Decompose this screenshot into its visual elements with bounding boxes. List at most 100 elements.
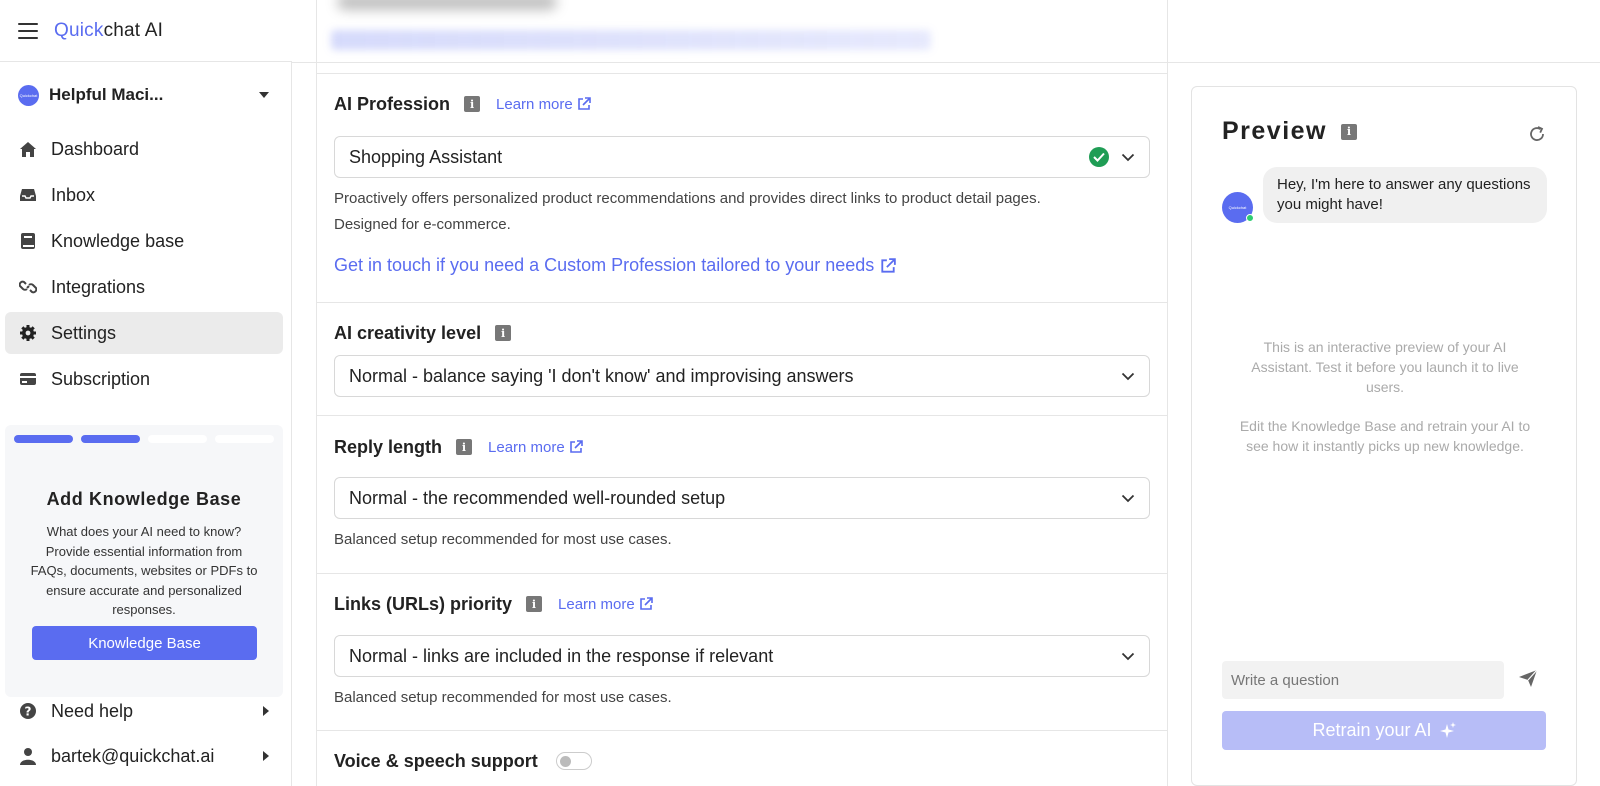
external-link-icon xyxy=(639,597,653,610)
sidebar-item-label: Knowledge base xyxy=(51,230,185,251)
retrain-button[interactable]: Retrain your AI xyxy=(1222,711,1546,750)
sidebar-item-subscription[interactable]: Subscription xyxy=(5,358,283,400)
reply-length-section: Reply length i Learn more Normal - the r… xyxy=(317,415,1167,573)
chat-bubble: Hey, I'm here to answer any questions yo… xyxy=(1263,167,1547,223)
sidebar-item-integrations[interactable]: Integrations xyxy=(5,266,283,308)
chat-message: Quickchat Hey, I'm here to answer any qu… xyxy=(1222,167,1547,223)
app-logo[interactable]: Quickchat AI xyxy=(54,20,163,42)
send-icon[interactable] xyxy=(1518,669,1538,693)
reply-length-value: Normal - the recommended well-rounded se… xyxy=(349,487,726,508)
profession-section: AI Profession i Learn more Shopping Assi… xyxy=(317,73,1167,302)
chevron-down-icon xyxy=(1121,494,1135,502)
preview-hint: Edit the Knowledge Base and retrain your… xyxy=(1239,418,1531,454)
preview-hint: This is an interactive preview of your A… xyxy=(1251,339,1519,395)
top-bar: Quickchat AI xyxy=(0,0,292,62)
scrolled-content-blur xyxy=(331,30,931,50)
chevron-right-icon xyxy=(263,706,269,716)
scrolled-content-blur xyxy=(337,0,557,10)
onboarding-description: What does your AI need to know? Provide … xyxy=(30,524,258,617)
onboarding-card: Add Knowledge Base What does your AI nee… xyxy=(5,425,283,697)
sidebar-item-label: Inbox xyxy=(51,184,96,205)
hamburger-menu-icon[interactable] xyxy=(18,22,38,39)
links-priority-section: Links (URLs) priority i Learn more Norma… xyxy=(317,573,1167,730)
sidebar-item-settings[interactable]: Settings xyxy=(5,312,283,354)
online-status-dot xyxy=(1246,214,1254,222)
chevron-down-icon xyxy=(1121,652,1135,660)
sidebar: Quickchat Helpful Maci... Dashboard Inbo… xyxy=(0,62,292,786)
voice-toggle[interactable] xyxy=(555,752,592,770)
preview-title: Preview xyxy=(1222,117,1328,145)
links-priority-header: Links (URLs) priority i Learn more xyxy=(317,589,1167,619)
sidebar-item-label: Dashboard xyxy=(51,138,140,159)
check-circle-icon xyxy=(1089,147,1109,167)
chevron-right-icon xyxy=(263,751,269,761)
voice-title: Voice & speech support xyxy=(334,750,538,771)
learn-more-label: Learn more xyxy=(558,595,635,613)
learn-more-link[interactable]: Learn more xyxy=(488,439,583,456)
learn-more-label: Learn more xyxy=(488,438,565,456)
custom-profession-label: Get in touch if you need a Custom Profes… xyxy=(334,255,875,275)
profession-value: Shopping Assistant xyxy=(349,146,503,167)
creativity-value: Normal - balance saying 'I don't know' a… xyxy=(349,365,854,386)
links-priority-value: Normal - links are included in the respo… xyxy=(349,645,774,666)
logo-part-quick: Quick xyxy=(54,19,104,41)
sidebar-item-inbox[interactable]: Inbox xyxy=(5,174,283,216)
refresh-icon[interactable] xyxy=(1528,125,1546,148)
profession-description-line: Designed for e-commerce. xyxy=(334,216,511,233)
info-icon[interactable]: i xyxy=(456,439,473,455)
credit-card-icon xyxy=(19,370,37,388)
profession-select[interactable]: Shopping Assistant xyxy=(334,136,1150,178)
progress-step xyxy=(81,435,140,443)
sidebar-item-label: Integrations xyxy=(51,276,146,297)
creativity-title: AI creativity level xyxy=(334,322,482,343)
voice-section: Voice & speech support xyxy=(317,730,1167,786)
profession-title: AI Profession xyxy=(334,93,451,114)
settings-panel: AI Profession i Learn more Shopping Assi… xyxy=(316,0,1168,786)
sidebar-item-label: Settings xyxy=(51,322,117,343)
chevron-down-icon xyxy=(259,92,269,98)
sparkle-icon xyxy=(1439,721,1456,738)
onboarding-title: Add Knowledge Base xyxy=(46,489,242,509)
inbox-icon xyxy=(19,186,37,204)
creativity-select[interactable]: Normal - balance saying 'I don't know' a… xyxy=(334,355,1150,397)
external-link-icon xyxy=(569,440,583,453)
profession-description-line: Proactively offers personalized product … xyxy=(334,190,1041,207)
user-menu[interactable]: bartek@quickchat.ai xyxy=(5,736,283,776)
workspace-avatar: Quickchat xyxy=(18,84,39,106)
user-icon xyxy=(19,747,37,765)
retrain-label: Retrain your AI xyxy=(1312,720,1432,740)
reply-length-select[interactable]: Normal - the recommended well-rounded se… xyxy=(334,477,1150,519)
need-help-menu[interactable]: ? Need help xyxy=(5,691,283,731)
learn-more-link[interactable]: Learn more xyxy=(496,96,591,113)
info-icon[interactable]: i xyxy=(464,96,481,112)
progress-step xyxy=(14,435,73,443)
learn-more-label: Learn more xyxy=(496,95,573,113)
chevron-down-icon xyxy=(1121,153,1135,161)
creativity-section: AI creativity level i Normal - balance s… xyxy=(317,302,1167,415)
workspace-avatar-text: Quickchat xyxy=(19,92,38,98)
workspace-selector[interactable]: Quickchat Helpful Maci... xyxy=(0,62,291,128)
links-priority-select[interactable]: Normal - links are included in the respo… xyxy=(334,635,1150,677)
onboarding-progress xyxy=(5,425,283,443)
custom-profession-link[interactable]: Get in touch if you need a Custom Profes… xyxy=(334,255,897,276)
info-icon[interactable]: i xyxy=(1341,123,1358,140)
info-icon[interactable]: i xyxy=(526,596,543,612)
need-help-label: Need help xyxy=(51,700,134,721)
chevron-down-icon xyxy=(1121,372,1135,380)
knowledge-base-button[interactable]: Knowledge Base xyxy=(32,626,257,660)
home-icon xyxy=(19,140,37,158)
progress-step xyxy=(215,435,274,443)
workspace-name: Helpful Maci... xyxy=(49,85,164,104)
sidebar-item-knowledge-base[interactable]: Knowledge base xyxy=(5,220,283,262)
question-input[interactable] xyxy=(1222,661,1504,699)
creativity-header: AI creativity level i xyxy=(317,318,1167,348)
sidebar-item-dashboard[interactable]: Dashboard xyxy=(5,128,283,170)
sidebar-item-label: Subscription xyxy=(51,368,151,389)
progress-step xyxy=(148,435,207,443)
logo-part-chat: chat AI xyxy=(103,19,164,41)
user-email: bartek@quickchat.ai xyxy=(51,745,215,766)
links-priority-description: Balanced setup recommended for most use … xyxy=(334,689,672,706)
reply-length-header: Reply length i Learn more xyxy=(317,432,1167,462)
learn-more-link[interactable]: Learn more xyxy=(558,596,653,613)
info-icon[interactable]: i xyxy=(495,325,512,341)
